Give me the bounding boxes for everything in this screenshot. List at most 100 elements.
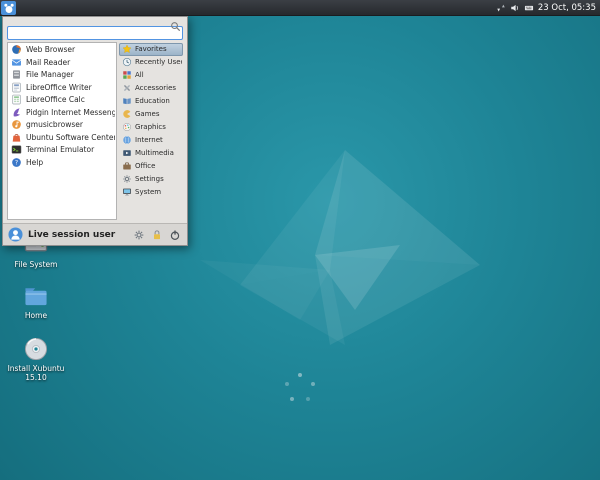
menu-item-libreoffice-writer[interactable]: LibreOffice Writer xyxy=(9,81,115,94)
gmusicbrowser-icon xyxy=(11,119,22,130)
menu-item-label: Ubuntu Software Center xyxy=(26,133,115,142)
menu-item-libreoffice-calc[interactable]: LibreOffice Calc xyxy=(9,94,115,107)
menu-item-label: Help xyxy=(26,158,43,167)
category-education[interactable]: Education xyxy=(119,95,183,108)
category-label: All xyxy=(135,71,144,79)
category-favorites[interactable]: Favorites xyxy=(119,43,183,56)
search-input[interactable] xyxy=(7,26,183,40)
desktop-icon-label: Install Xubuntu 15.10 xyxy=(6,364,66,383)
category-multimedia[interactable]: Multimedia xyxy=(119,147,183,160)
recently-used-icon xyxy=(122,57,132,67)
category-label: Settings xyxy=(135,175,164,183)
multimedia-icon xyxy=(122,148,132,158)
menu-panes: Web Browser Mail Reader File Manager LibreO… xyxy=(3,42,187,224)
graphics-icon xyxy=(122,122,132,132)
applications-menu-button[interactable] xyxy=(1,1,16,15)
pidgin-icon xyxy=(11,107,22,118)
menu-item-file-manager[interactable]: File Manager xyxy=(9,69,115,82)
category-settings[interactable]: Settings xyxy=(119,173,183,186)
category-label: Games xyxy=(135,110,160,118)
category-label: Recently Used xyxy=(135,58,183,66)
search-icon xyxy=(170,21,181,32)
category-label: Multimedia xyxy=(135,149,174,157)
loading-dot xyxy=(290,397,294,401)
file-manager-icon xyxy=(11,69,22,80)
category-all[interactable]: All xyxy=(119,69,183,82)
loading-dot xyxy=(306,397,310,401)
menu-item-label: Mail Reader xyxy=(26,58,70,67)
mail-reader-icon xyxy=(11,57,22,68)
menu-item-label: Terminal Emulator xyxy=(26,145,94,154)
keyboard-indicator-icon[interactable] xyxy=(524,3,534,13)
category-accessories[interactable]: Accessories xyxy=(119,82,183,95)
software-center-icon xyxy=(11,132,22,143)
menu-item-ubuntu-software-center[interactable]: Ubuntu Software Center xyxy=(9,131,115,144)
education-icon xyxy=(122,96,132,106)
network-icon[interactable] xyxy=(496,3,506,13)
menu-item-terminal-emulator[interactable]: Terminal Emulator xyxy=(9,144,115,157)
category-graphics[interactable]: Graphics xyxy=(119,121,183,134)
all-icon xyxy=(122,70,132,80)
category-office[interactable]: Office xyxy=(119,160,183,173)
category-recently-used[interactable]: Recently Used xyxy=(119,56,183,69)
category-label: System xyxy=(135,188,161,196)
category-label: Education xyxy=(135,97,170,105)
categories-list: Favorites Recently Used All Accessories Educ… xyxy=(119,42,183,221)
svg-text:?: ? xyxy=(15,159,18,166)
favorites-icon xyxy=(122,44,132,54)
favorites-list: Web Browser Mail Reader File Manager LibreO… xyxy=(7,42,117,221)
menu-item-label: LibreOffice Writer xyxy=(26,83,92,92)
web-browser-icon xyxy=(11,44,22,55)
menu-item-label: gmusicbrowser xyxy=(26,120,83,129)
category-internet[interactable]: Internet xyxy=(119,134,183,147)
libreoffice-calc-icon xyxy=(11,94,22,105)
terminal-icon xyxy=(11,144,22,155)
menu-action-buttons xyxy=(131,227,182,242)
loading-dot xyxy=(311,382,315,386)
desktop: 23 Oct, 05:35 Web Browser Mail Reader File… xyxy=(0,0,600,480)
menu-item-pidgin-internet-messenger[interactable]: Pidgin Internet Messenger xyxy=(9,106,115,119)
volume-icon[interactable] xyxy=(510,3,520,13)
help-icon: ? xyxy=(11,157,22,168)
panel-tray: 23 Oct, 05:35 xyxy=(496,3,600,13)
category-label: Office xyxy=(135,162,155,170)
games-icon xyxy=(122,109,132,119)
desktop-icon-label: File System xyxy=(15,260,58,269)
menu-item-gmusicbrowser[interactable]: gmusicbrowser xyxy=(9,119,115,132)
user-avatar xyxy=(8,227,23,242)
lock-screen-button[interactable] xyxy=(149,227,164,242)
session-user-label: Live session user xyxy=(28,230,126,240)
log-out-button[interactable] xyxy=(167,227,182,242)
menu-item-help[interactable]: ? Help xyxy=(9,156,115,169)
menu-item-label: File Manager xyxy=(26,70,74,79)
loading-dots xyxy=(285,373,319,407)
install-cd-icon xyxy=(23,336,49,362)
whisker-menu: Web Browser Mail Reader File Manager LibreO… xyxy=(2,16,188,246)
internet-icon xyxy=(122,135,132,145)
category-system[interactable]: System xyxy=(119,186,183,199)
desktop-icon-label: Home xyxy=(25,311,47,320)
loading-dot xyxy=(285,382,289,386)
office-icon xyxy=(122,161,132,171)
desktop-icon-install-xubuntu-15-10[interactable]: Install Xubuntu 15.10 xyxy=(6,336,66,383)
menu-item-mail-reader[interactable]: Mail Reader xyxy=(9,56,115,69)
menu-footer: Live session user xyxy=(3,223,187,245)
category-games[interactable]: Games xyxy=(119,108,183,121)
system-icon xyxy=(122,187,132,197)
desktop-icon-home[interactable]: Home xyxy=(6,283,66,320)
menu-item-label: Pidgin Internet Messenger xyxy=(26,108,115,117)
libreoffice-writer-icon xyxy=(11,82,22,93)
clock[interactable]: 23 Oct, 05:35 xyxy=(538,3,596,13)
category-label: Internet xyxy=(135,136,163,144)
top-panel: 23 Oct, 05:35 xyxy=(0,0,600,16)
category-label: Graphics xyxy=(135,123,166,131)
settings-button[interactable] xyxy=(131,227,146,242)
menu-item-label: LibreOffice Calc xyxy=(26,95,85,104)
menu-item-label: Web Browser xyxy=(26,45,75,54)
category-label: Accessories xyxy=(135,84,176,92)
search-row xyxy=(3,17,187,42)
menu-item-web-browser[interactable]: Web Browser xyxy=(9,44,115,57)
home-icon xyxy=(23,283,49,309)
settings-icon xyxy=(122,174,132,184)
category-label: Favorites xyxy=(135,45,167,53)
